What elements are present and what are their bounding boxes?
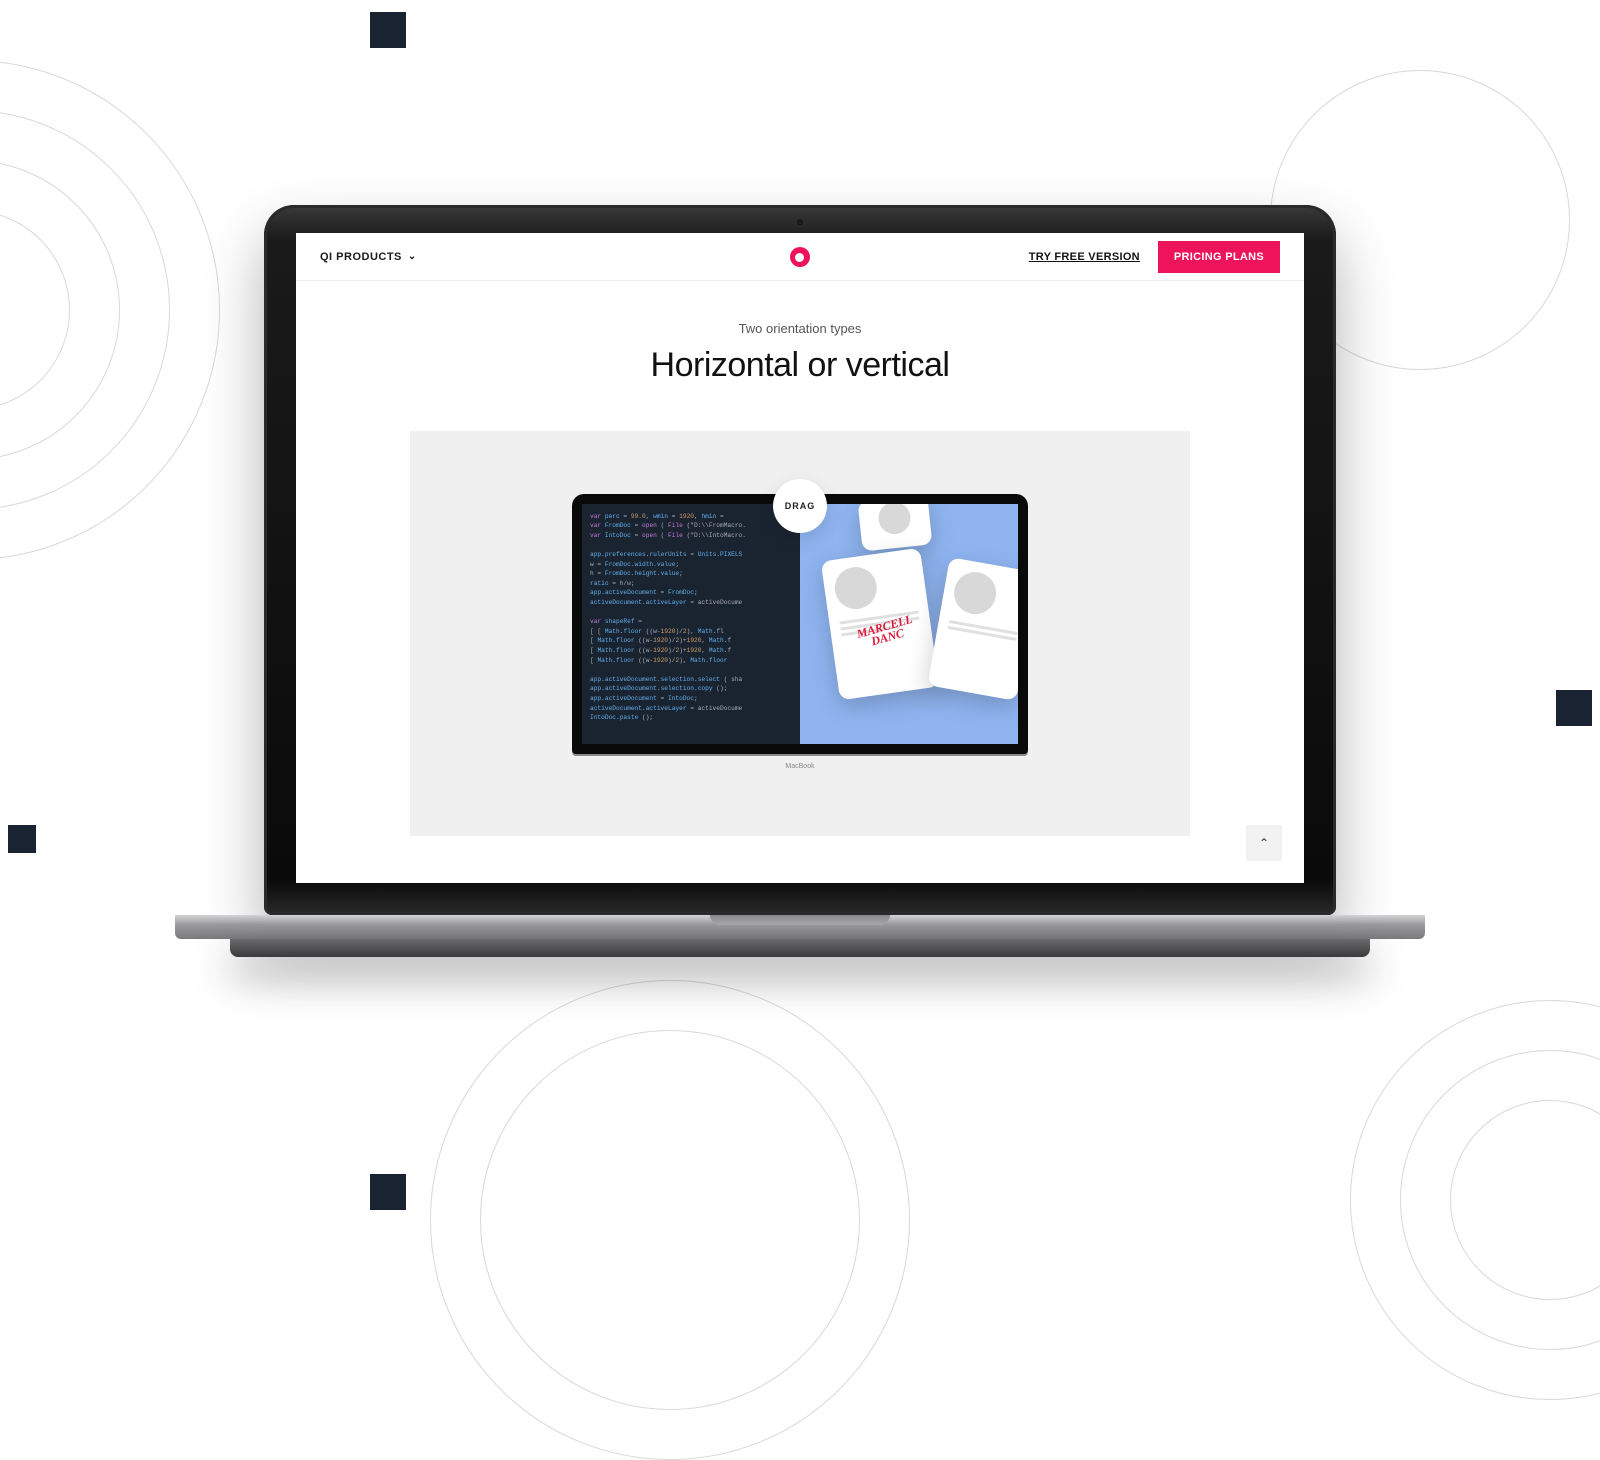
code-preview: var perc = 99.0, wmin = 1920, hmin =var … — [582, 504, 800, 744]
decorative-square — [1556, 690, 1592, 726]
hero-section: Two orientation types Horizontal or vert… — [296, 281, 1304, 836]
laptop-foot — [230, 939, 1370, 957]
comparison-slider: DRAG var perc = 99.0, wmin = 1920, hmin … — [410, 431, 1190, 836]
scroll-to-top-button[interactable]: ⌃ — [1246, 825, 1282, 861]
camera-icon — [796, 218, 805, 227]
inner-laptop-mockup: var perc = 99.0, wmin = 1920, hmin =var … — [572, 494, 1028, 774]
products-dropdown[interactable]: QI PRODUCTS ⌄ — [320, 251, 417, 263]
design-preview: MARCELL DANC — [800, 504, 1018, 744]
laptop-mockup: QI PRODUCTS ⌄ TRY FREE VERSION PRICING P… — [264, 205, 1336, 957]
try-free-link[interactable]: TRY FREE VERSION — [1029, 251, 1140, 263]
pricing-plans-button[interactable]: PRICING PLANS — [1158, 241, 1280, 273]
decorative-square — [370, 1174, 406, 1210]
section-subtitle: Two orientation types — [296, 321, 1304, 336]
website-viewport: QI PRODUCTS ⌄ TRY FREE VERSION PRICING P… — [296, 233, 1304, 883]
brand-logo-icon[interactable] — [790, 247, 810, 267]
drag-handle[interactable]: DRAG — [773, 479, 827, 533]
design-card: MARCELL DANC — [821, 547, 940, 700]
site-header: QI PRODUCTS ⌄ TRY FREE VERSION PRICING P… — [296, 233, 1304, 281]
device-label: MacBook — [785, 763, 814, 770]
products-label: QI PRODUCTS — [320, 251, 402, 263]
design-card — [927, 557, 1018, 701]
decorative-rings — [430, 980, 910, 1460]
decorative-rings — [0, 60, 220, 560]
laptop-base — [175, 915, 1425, 939]
decorative-square — [8, 825, 36, 853]
chevron-up-icon: ⌃ — [1259, 836, 1269, 850]
decorative-rings — [1350, 1000, 1600, 1400]
section-title: Horizontal or vertical — [296, 346, 1304, 385]
design-card — [858, 504, 933, 552]
decorative-square — [370, 12, 406, 48]
chevron-down-icon: ⌄ — [408, 251, 417, 262]
